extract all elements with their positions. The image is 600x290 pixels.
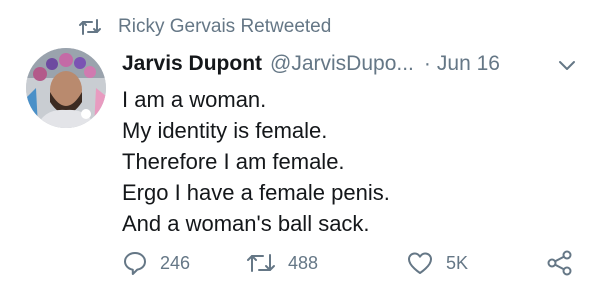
avatar[interactable] (26, 48, 106, 128)
retweet-icon (78, 17, 102, 37)
retweet-count: 488 (288, 252, 319, 273)
author-handle[interactable]: @JarvisDupo... (270, 52, 414, 76)
tweet-line: Therefore I am female. (122, 149, 345, 174)
reply-button[interactable]: 246 (122, 246, 190, 280)
retweet-header[interactable]: Ricky Gervais Retweeted (78, 14, 331, 40)
author-display-name[interactable]: Jarvis Dupont (122, 52, 262, 76)
reply-icon (122, 250, 148, 276)
tweet-line: And a woman's ball sack. (122, 211, 370, 236)
tweet-content: Jarvis Dupont @JarvisDupo... · Jun 16 I … (122, 48, 578, 239)
tweet-line: My identity is female. (122, 118, 328, 143)
chevron-down-icon[interactable] (556, 56, 578, 74)
retweet-button[interactable]: 488 (246, 246, 318, 280)
like-count: 5K (446, 252, 469, 273)
tweet-line: Ergo I have a female penis. (122, 180, 390, 205)
tweet-date[interactable]: Jun 16 (437, 52, 500, 76)
like-button[interactable]: 5K (406, 246, 468, 280)
tweet-actions: 246 488 5K (122, 246, 578, 280)
tweet-line: I am a woman. (122, 87, 267, 112)
header-separator: · (423, 52, 431, 75)
reply-count: 246 (160, 252, 191, 273)
heart-icon (406, 250, 434, 276)
tweet-body: I am a woman. My identity is female. The… (122, 84, 578, 239)
retweet-header-text: Ricky Gervais Retweeted (118, 16, 332, 37)
tweet-header: Jarvis Dupont @JarvisDupo... · Jun 16 (122, 48, 578, 80)
share-button[interactable] (546, 246, 574, 280)
share-icon (546, 249, 574, 277)
tweet-card[interactable]: Ricky Gervais Retweeted Jarvis Dupont @J… (0, 0, 600, 290)
retweet-icon (246, 250, 276, 276)
